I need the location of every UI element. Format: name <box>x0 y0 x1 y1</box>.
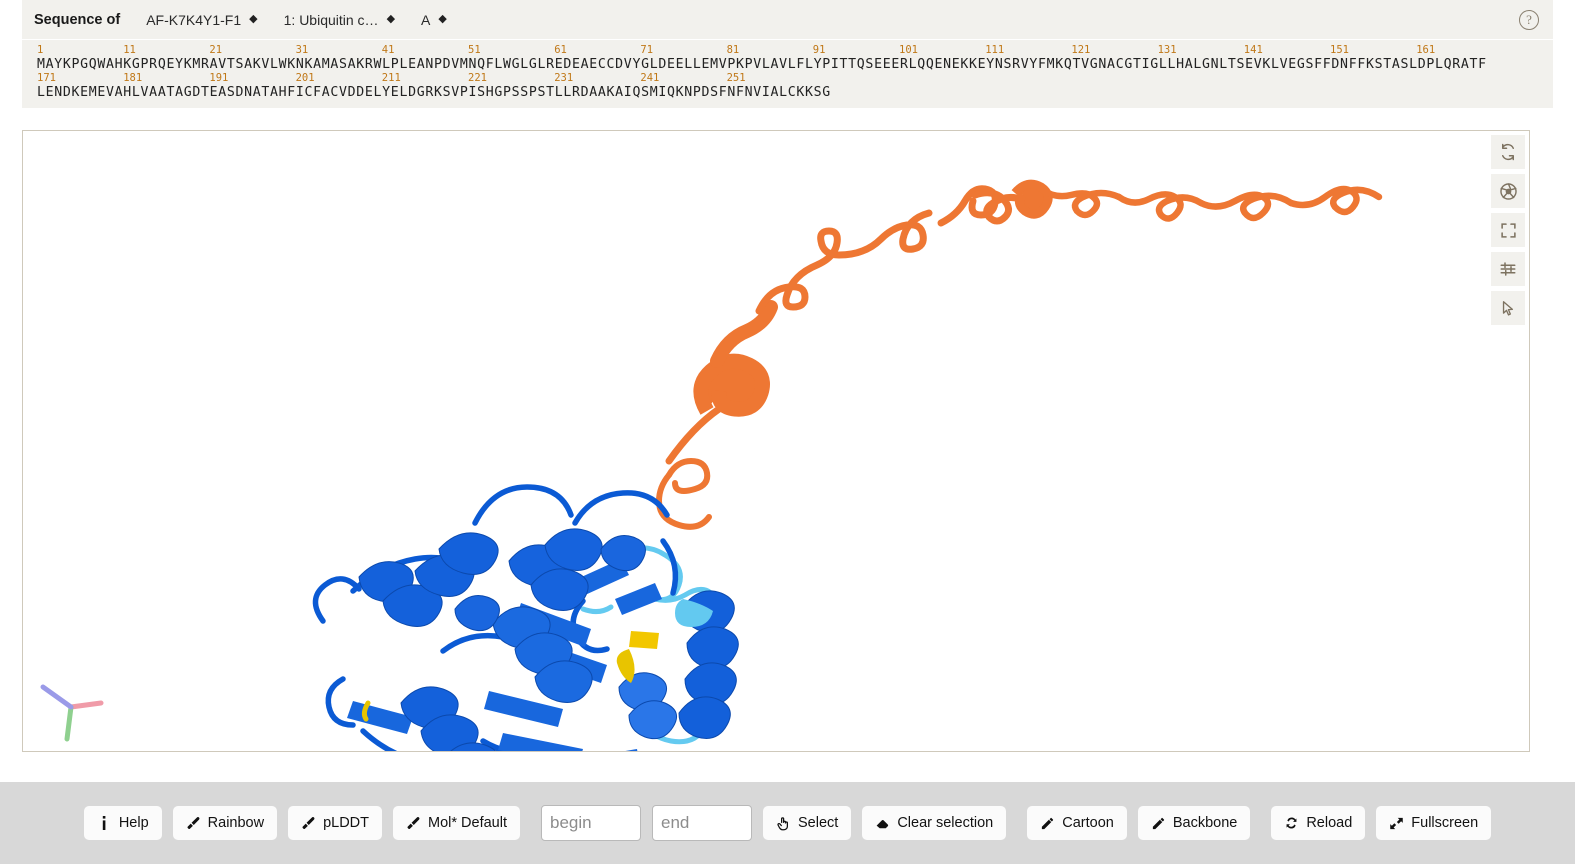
sequence-number-tick: 81 <box>726 44 740 56</box>
fullscreen-button[interactable]: Fullscreen <box>1376 806 1492 840</box>
bottom-toolbar: Help Rainbow pLDDT Mol* Default begin en… <box>0 782 1575 864</box>
sequence-number-tick: 251 <box>726 72 746 84</box>
pencil-icon <box>1040 816 1055 831</box>
sequence-number-tick: 101 <box>899 44 918 56</box>
sequence-number-tick: 131 <box>1157 44 1177 56</box>
reset-camera-icon[interactable] <box>1491 135 1525 169</box>
sequence-number-tick: 161 <box>1416 44 1436 56</box>
molstar-default-color-button[interactable]: Mol* Default <box>393 806 520 840</box>
sequence-body[interactable]: 1 11 21 31 41 51 61 71 81 91 101 111 121 131 141 151 161… <box>22 40 1553 108</box>
fullscreen-button-label: Fullscreen <box>1411 815 1479 831</box>
sequence-number-tick: 111 <box>985 44 1005 56</box>
selection-begin-input[interactable] <box>541 805 641 841</box>
sequence-number-tick: 71 <box>640 44 654 56</box>
cartoon-representation-button-label: Cartoon <box>1062 815 1114 831</box>
sequence-number-tick: 241 <box>640 72 660 84</box>
sequence-letters[interactable]: MAYKPGQWAHKGPRQEYKMRAVTSAKVLWKNKAMASAKRW… <box>22 57 1553 72</box>
sequence-row: 1 11 21 31 41 51 61 71 81 91 101 111 121 131 141 151 161… <box>22 44 1553 72</box>
axis-z <box>40 684 74 710</box>
hand-pointer-icon <box>776 816 791 831</box>
structure-canvas[interactable] <box>23 131 1529 751</box>
tail-coil-end <box>1037 185 1383 222</box>
sequence-row: 171 181 191 201 211 221 231 241 251 LENDKEMEVAHL… <box>22 72 1553 100</box>
screenshot-icon[interactable] <box>1491 174 1525 208</box>
arrows-expand-icon <box>1389 816 1404 831</box>
molstar-default-color-button-label: Mol* Default <box>428 815 507 831</box>
viewer-tool-strip <box>1491 135 1525 325</box>
cartoon-representation-button[interactable]: Cartoon <box>1027 806 1127 840</box>
sequence-number-tick: 31 <box>295 44 309 56</box>
select-button[interactable]: Select <box>763 806 852 840</box>
clear-selection-button-label: Clear selection <box>897 815 994 831</box>
cursor-select-icon[interactable] <box>1491 291 1525 325</box>
sequence-residue-numbers: 1 11 21 31 41 51 61 71 81 91 101 111 121 131 141 151 161 <box>22 44 1553 57</box>
expand-icon[interactable] <box>1491 213 1525 247</box>
sequence-residue-numbers: 171 181 191 201 211 221 231 241 251 <box>22 72 1553 85</box>
sequence-number-tick: 141 <box>1243 44 1263 56</box>
reload-button-label: Reload <box>1306 815 1353 831</box>
sequence-number-tick: 221 <box>468 72 487 84</box>
sequence-number-tick: 151 <box>1330 44 1349 56</box>
sequence-number-tick: 91 <box>812 44 826 56</box>
sequence-number-tick: 211 <box>381 72 401 84</box>
refresh-icon <box>1284 816 1299 831</box>
plddt-color-button-label: pLDDT <box>323 815 370 831</box>
backbone-representation-button[interactable]: Backbone <box>1137 806 1251 840</box>
sequence-number-tick: 41 <box>381 44 395 56</box>
select-button-label: Select <box>798 815 839 831</box>
chevron-updown-icon: ◆ <box>438 13 447 25</box>
paintbrush-icon <box>406 816 421 831</box>
reload-button[interactable]: Reload <box>1271 806 1366 840</box>
help-button[interactable]: Help <box>83 806 162 840</box>
clear-selection-button[interactable]: Clear selection <box>862 806 1007 840</box>
sequence-panel-header: Sequence of AF-K7K4Y1-F1 ◆ 1: Ubiquitin … <box>22 0 1553 40</box>
help-button-label: Help <box>118 815 149 831</box>
sequence-number-tick: 11 <box>123 44 136 56</box>
tail-helix <box>693 300 778 417</box>
sequence-number-tick: 61 <box>554 44 567 56</box>
pencil-icon <box>1151 816 1166 831</box>
sequence-number-tick: 1 <box>37 44 44 56</box>
chain-select[interactable]: A ◆ <box>421 12 447 28</box>
rainbow-color-button-label: Rainbow <box>207 815 265 831</box>
sequence-panel-title: Sequence of <box>34 11 121 28</box>
chain-select-value: A <box>421 11 431 28</box>
sequence-number-tick: 121 <box>1071 44 1091 56</box>
paintbrush-icon <box>301 816 316 831</box>
tail-coil <box>755 185 1029 315</box>
molecular-viewer[interactable] <box>22 130 1530 752</box>
chevron-updown-icon: ◆ <box>386 13 396 25</box>
entity-select[interactable]: 1: Ubiquitin c… ◆ <box>284 12 395 28</box>
axes-widget <box>35 671 107 743</box>
sequence-number-tick: 231 <box>554 72 574 84</box>
sequence-number-tick: 201 <box>295 72 315 84</box>
eraser-icon <box>875 816 890 831</box>
sequence-number-tick: 51 <box>468 44 481 56</box>
sequence-number-tick: 21 <box>209 44 223 56</box>
axis-x <box>68 700 104 710</box>
sequence-number-tick: 191 <box>209 72 229 84</box>
axis-y <box>64 704 74 742</box>
structure-select-value: AF-K7K4Y1-F1 <box>146 11 242 28</box>
sequence-panel: Sequence of AF-K7K4Y1-F1 ◆ 1: Ubiquitin … <box>22 0 1553 109</box>
entity-select-value: 1: Ubiquitin c… <box>283 11 379 28</box>
selection-end-input[interactable] <box>652 805 752 841</box>
info-icon <box>97 816 112 831</box>
settings-sliders-icon[interactable] <box>1491 252 1525 286</box>
protein-cartoon-render <box>312 179 1383 751</box>
backbone-representation-button-label: Backbone <box>1172 815 1238 831</box>
sequence-number-tick: 171 <box>37 72 56 84</box>
structure-select[interactable]: AF-K7K4Y1-F1 ◆ <box>146 12 257 28</box>
molstar-viewer-page: Sequence of AF-K7K4Y1-F1 ◆ 1: Ubiquitin … <box>0 0 1575 864</box>
paintbrush-icon <box>186 816 201 831</box>
sequence-number-tick: 181 <box>123 72 143 84</box>
rainbow-color-button[interactable]: Rainbow <box>172 806 278 840</box>
chevron-updown-icon: ◆ <box>249 13 258 25</box>
sequence-letters[interactable]: LENDKEMEVAHLVAATAGDTEASDNATAHFICFACVDDEL… <box>22 85 1553 100</box>
plddt-color-button[interactable]: pLDDT <box>288 806 383 840</box>
question-circle-icon[interactable]: ? <box>1519 9 1539 30</box>
